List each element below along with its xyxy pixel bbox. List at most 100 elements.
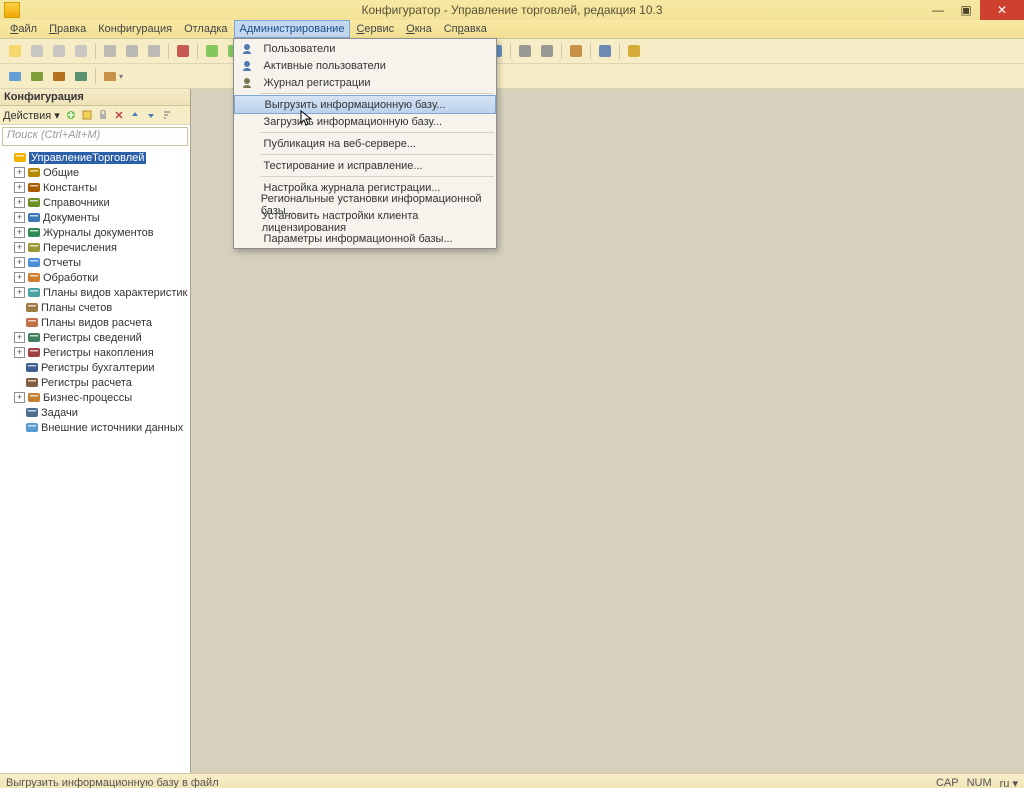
tree-node[interactable]: УправлениеТорговлей [0,150,190,165]
actions-menu[interactable]: Действия ▾ [3,109,60,122]
delete-icon[interactable] [112,108,126,122]
menu-item[interactable]: Загрузить информационную базу... [234,113,496,130]
tree-node[interactable]: +Обработки [0,270,190,285]
toolbar-button[interactable] [624,41,644,61]
menu-item[interactable]: Тестирование и исправление... [234,157,496,174]
search-input[interactable]: Поиск (Ctrl+Alt+M) [2,127,188,146]
menu-item[interactable]: Активные пользователи [234,57,496,74]
toolbar-button[interactable] [49,41,69,61]
expand-icon[interactable]: + [14,227,25,238]
up-icon[interactable] [128,108,142,122]
regbuh-icon [25,362,39,374]
proc-icon [27,272,41,284]
expand-icon[interactable]: + [14,167,25,178]
menu-debug[interactable]: Отладка [178,20,233,38]
menu-item[interactable]: Пользователи [234,40,496,57]
add2-icon[interactable] [80,108,94,122]
toolbar-button[interactable] [515,41,535,61]
toolbar-button[interactable] [5,66,25,86]
menu-item[interactable]: Выгрузить информационную базу... [234,95,496,114]
expand-icon[interactable] [14,378,23,387]
expand-icon[interactable]: + [14,257,25,268]
tree-node[interactable]: +Общие [0,165,190,180]
status-text: Выгрузить информационную базу в файл [6,777,219,788]
menu-file[interactable]: Файл [4,20,43,38]
add-icon[interactable] [64,108,78,122]
expand-icon[interactable]: + [14,392,25,403]
tree-node[interactable]: Планы счетов [0,300,190,315]
menu-item[interactable]: Публикация на веб-сервере... [234,135,496,152]
tree-node[interactable]: +Константы [0,180,190,195]
toolbar-button[interactable] [100,66,120,86]
close-button[interactable]: ✕ [980,0,1024,20]
tree-node[interactable]: +Перечисления [0,240,190,255]
task-icon [25,407,39,419]
minimize-button[interactable]: — [924,0,952,20]
toolbar-button[interactable] [27,41,47,61]
expand-icon[interactable] [14,318,23,327]
tree-node[interactable]: + Справочники [0,195,190,210]
expand-icon[interactable]: + [14,212,25,223]
expand-icon[interactable]: + [14,287,25,298]
toolbar-button[interactable] [595,41,615,61]
expand-icon[interactable] [14,423,23,432]
sort-icon[interactable] [160,108,174,122]
expand-icon[interactable]: + [14,332,25,343]
expand-icon[interactable] [14,303,23,312]
menu-item[interactable]: Журнал регистрации [234,74,496,91]
expand-icon[interactable] [14,363,23,372]
tree-node[interactable]: + Документы [0,210,190,225]
tree-node[interactable]: Регистры бухгалтерии [0,360,190,375]
tree-node-label: Справочники [43,197,110,209]
menu-service[interactable]: Сервис [350,20,400,38]
tree-node[interactable]: Внешние источники данных [0,420,190,435]
tree-node-label: Документы [43,212,100,224]
toolbar-button[interactable] [5,41,25,61]
expand-icon[interactable]: + [14,197,25,208]
toolbar-button[interactable] [100,41,120,61]
menu-item-label: Пользователи [264,43,336,55]
menu-config[interactable]: Конфигурация [92,20,178,38]
panel-toolbar: Действия ▾ [0,106,190,125]
tree-node[interactable]: +Отчеты [0,255,190,270]
expand-icon[interactable]: + [14,242,25,253]
tree-node[interactable]: +Журналы документов [0,225,190,240]
toolbar-button[interactable] [566,41,586,61]
menu-help[interactable]: Справка [438,20,493,38]
toolbar-button[interactable] [122,41,142,61]
status-lang[interactable]: ru ▾ [1000,777,1018,788]
expand-icon[interactable]: + [14,272,25,283]
menu-windows[interactable]: Окна [400,20,438,38]
toolbar-button[interactable] [71,66,91,86]
toolbar-button[interactable] [27,66,47,86]
tree-node[interactable]: +Планы видов характеристик [0,285,190,300]
statusbar: Выгрузить информационную базу в файл CAP… [0,773,1024,788]
down-icon[interactable] [144,108,158,122]
admin-dropdown: Пользователи Активные пользователиЖурнал … [233,38,497,249]
toolbar-button[interactable] [49,66,69,86]
expand-icon[interactable]: + [14,182,25,193]
menu-admin[interactable]: Администрирование [234,20,351,38]
tree-node[interactable]: +Регистры сведений [0,330,190,345]
menu-item[interactable]: Установить настройки клиента лицензирова… [234,213,496,230]
tree-node[interactable]: +Бизнес-процессы [0,390,190,405]
tree-node-label: УправлениеТорговлей [29,152,146,164]
toolbar-button[interactable] [202,41,222,61]
expand-icon[interactable]: + [14,347,25,358]
maximize-button[interactable]: ▣ [952,0,980,20]
toolbar-button[interactable] [71,41,91,61]
menu-edit[interactable]: Правка [43,20,92,38]
toolbar-button[interactable] [144,41,164,61]
app-icon [4,2,20,18]
tree-node[interactable]: Регистры расчета [0,375,190,390]
tree-node[interactable]: Планы видов расчета [0,315,190,330]
tree-node[interactable]: +Регистры накопления [0,345,190,360]
expand-icon[interactable] [2,153,11,162]
lock-icon[interactable] [96,108,110,122]
toolbar-button[interactable] [537,41,557,61]
tree-node[interactable]: Задачи [0,405,190,420]
expand-icon[interactable] [14,408,23,417]
users-icon [236,59,258,72]
log-icon [236,76,258,89]
toolbar-button[interactable] [173,41,193,61]
